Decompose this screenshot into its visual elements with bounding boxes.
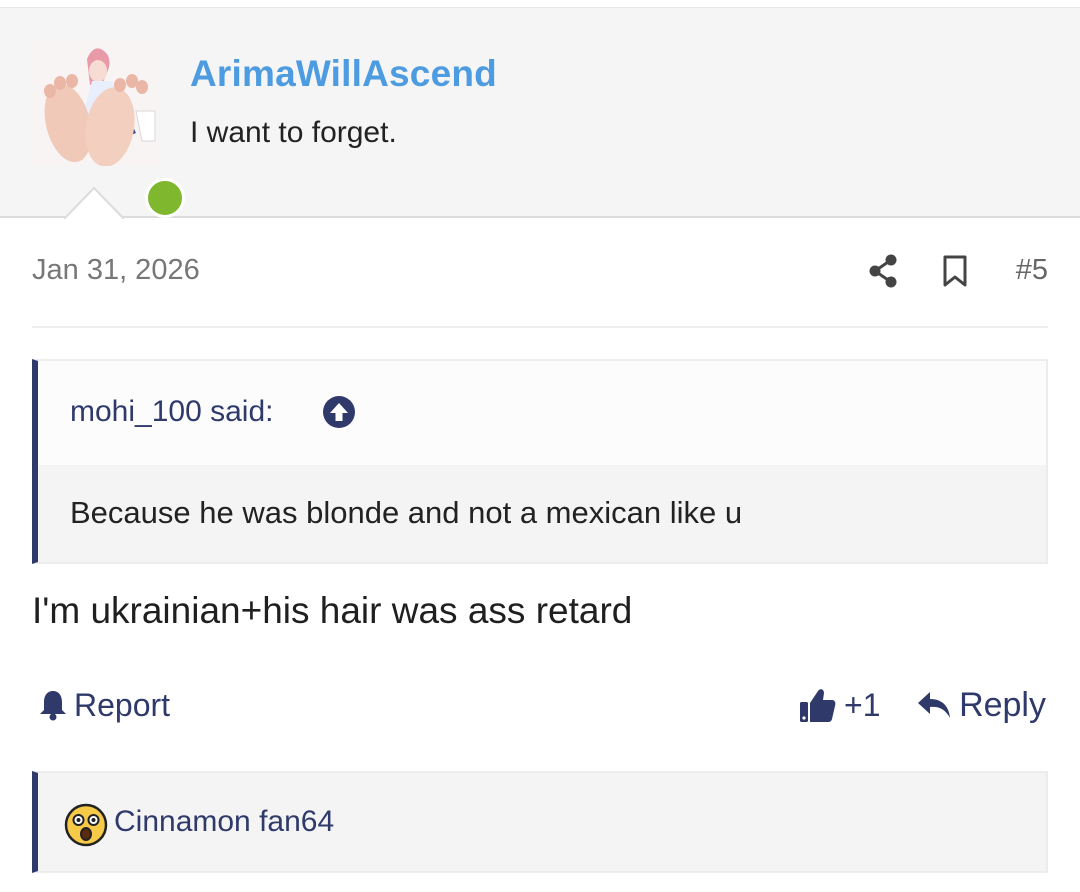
post-user-header: ArimaWillAscend I want to forget. (0, 7, 1080, 218)
reply-label: Reply (959, 685, 1046, 724)
post-date[interactable]: Jan 31, 2026 (32, 254, 200, 287)
post-body-text: I'm ukrainian+his hair was ass retard (32, 590, 633, 631)
reply-arrow-icon (918, 692, 951, 718)
thumbs-up-icon (800, 689, 836, 722)
meta-divider (32, 326, 1048, 328)
quote-block: mohi_100 said: Because he was blonde and… (32, 359, 1048, 564)
like-button[interactable]: +1 (798, 682, 880, 728)
author-user-title: I want to forget. (190, 116, 397, 149)
post-number-link[interactable]: #5 (1016, 254, 1048, 287)
share-icon[interactable] (868, 254, 898, 288)
bookmark-icon[interactable] (941, 254, 969, 288)
report-button[interactable]: Report (38, 682, 170, 728)
reply-button[interactable]: Reply (917, 682, 1046, 728)
report-label: Report (74, 686, 171, 723)
avatar-image (32, 41, 157, 167)
like-count: +1 (844, 686, 881, 723)
post-meta-bar: Jan 31, 2026 #5 (32, 252, 1048, 292)
bell-icon (40, 691, 66, 721)
quote-header: mohi_100 said: (38, 361, 1046, 465)
arrow-up-circle-icon[interactable] (322, 395, 356, 429)
quote-text: Because he was blonde and not a mexican … (70, 495, 743, 530)
quote-content: Because he was blonde and not a mexican … (38, 465, 1046, 562)
user-avatar[interactable] (32, 41, 185, 218)
reaction-users-link[interactable]: Cinnamon fan64 (114, 805, 334, 839)
online-status-indicator (145, 178, 185, 218)
astonished-emoji-icon (64, 803, 108, 847)
post-actions-bar: Report +1 Reply (32, 682, 1048, 730)
quote-author[interactable]: mohi_100 said: (70, 395, 273, 429)
author-username[interactable]: ArimaWillAscend (190, 53, 497, 95)
reactions-bar: Cinnamon fan64 (32, 771, 1048, 873)
header-pointer-arrow (64, 186, 124, 219)
